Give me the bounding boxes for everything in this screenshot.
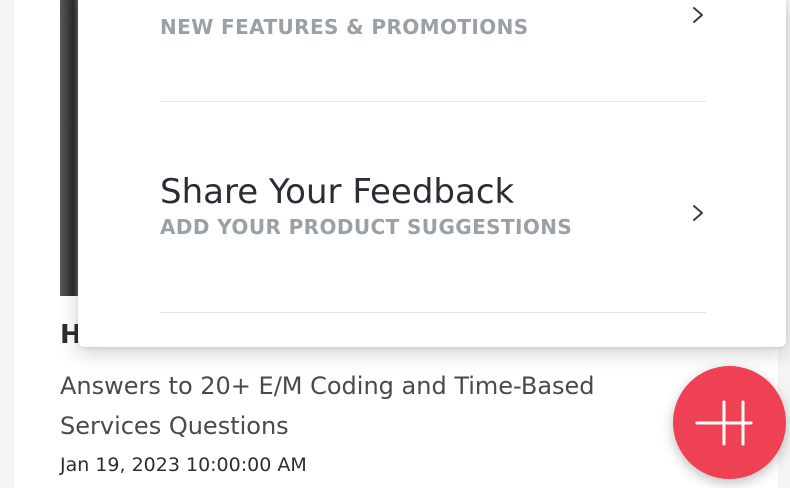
article-description: Answers to 20+ E/M Coding and Time-Based… — [60, 372, 595, 440]
chevron-right-icon — [690, 6, 706, 24]
menu-divider — [160, 101, 706, 102]
add-fab-button[interactable] — [673, 366, 786, 479]
menu-item-new-features[interactable]: NEW FEATURES & PROMOTIONS — [160, 7, 706, 40]
chevron-right-icon — [690, 204, 706, 222]
menu-item-title: Share Your Feedback — [160, 172, 515, 212]
menu-item-share-feedback[interactable]: Share Your Feedback ADD YOUR PRODUCT SUG… — [160, 170, 706, 240]
dropdown-menu-panel: NEW FEATURES & PROMOTIONS Share Your Fee… — [78, 0, 786, 347]
menu-divider — [160, 312, 706, 313]
article-date: Jan 19, 2023 10:00:00 AM — [60, 454, 307, 476]
menu-item-subtitle: NEW FEATURES & PROMOTIONS — [160, 15, 529, 39]
menu-item-subtitle: ADD YOUR PRODUCT SUGGESTIONS — [160, 215, 573, 239]
